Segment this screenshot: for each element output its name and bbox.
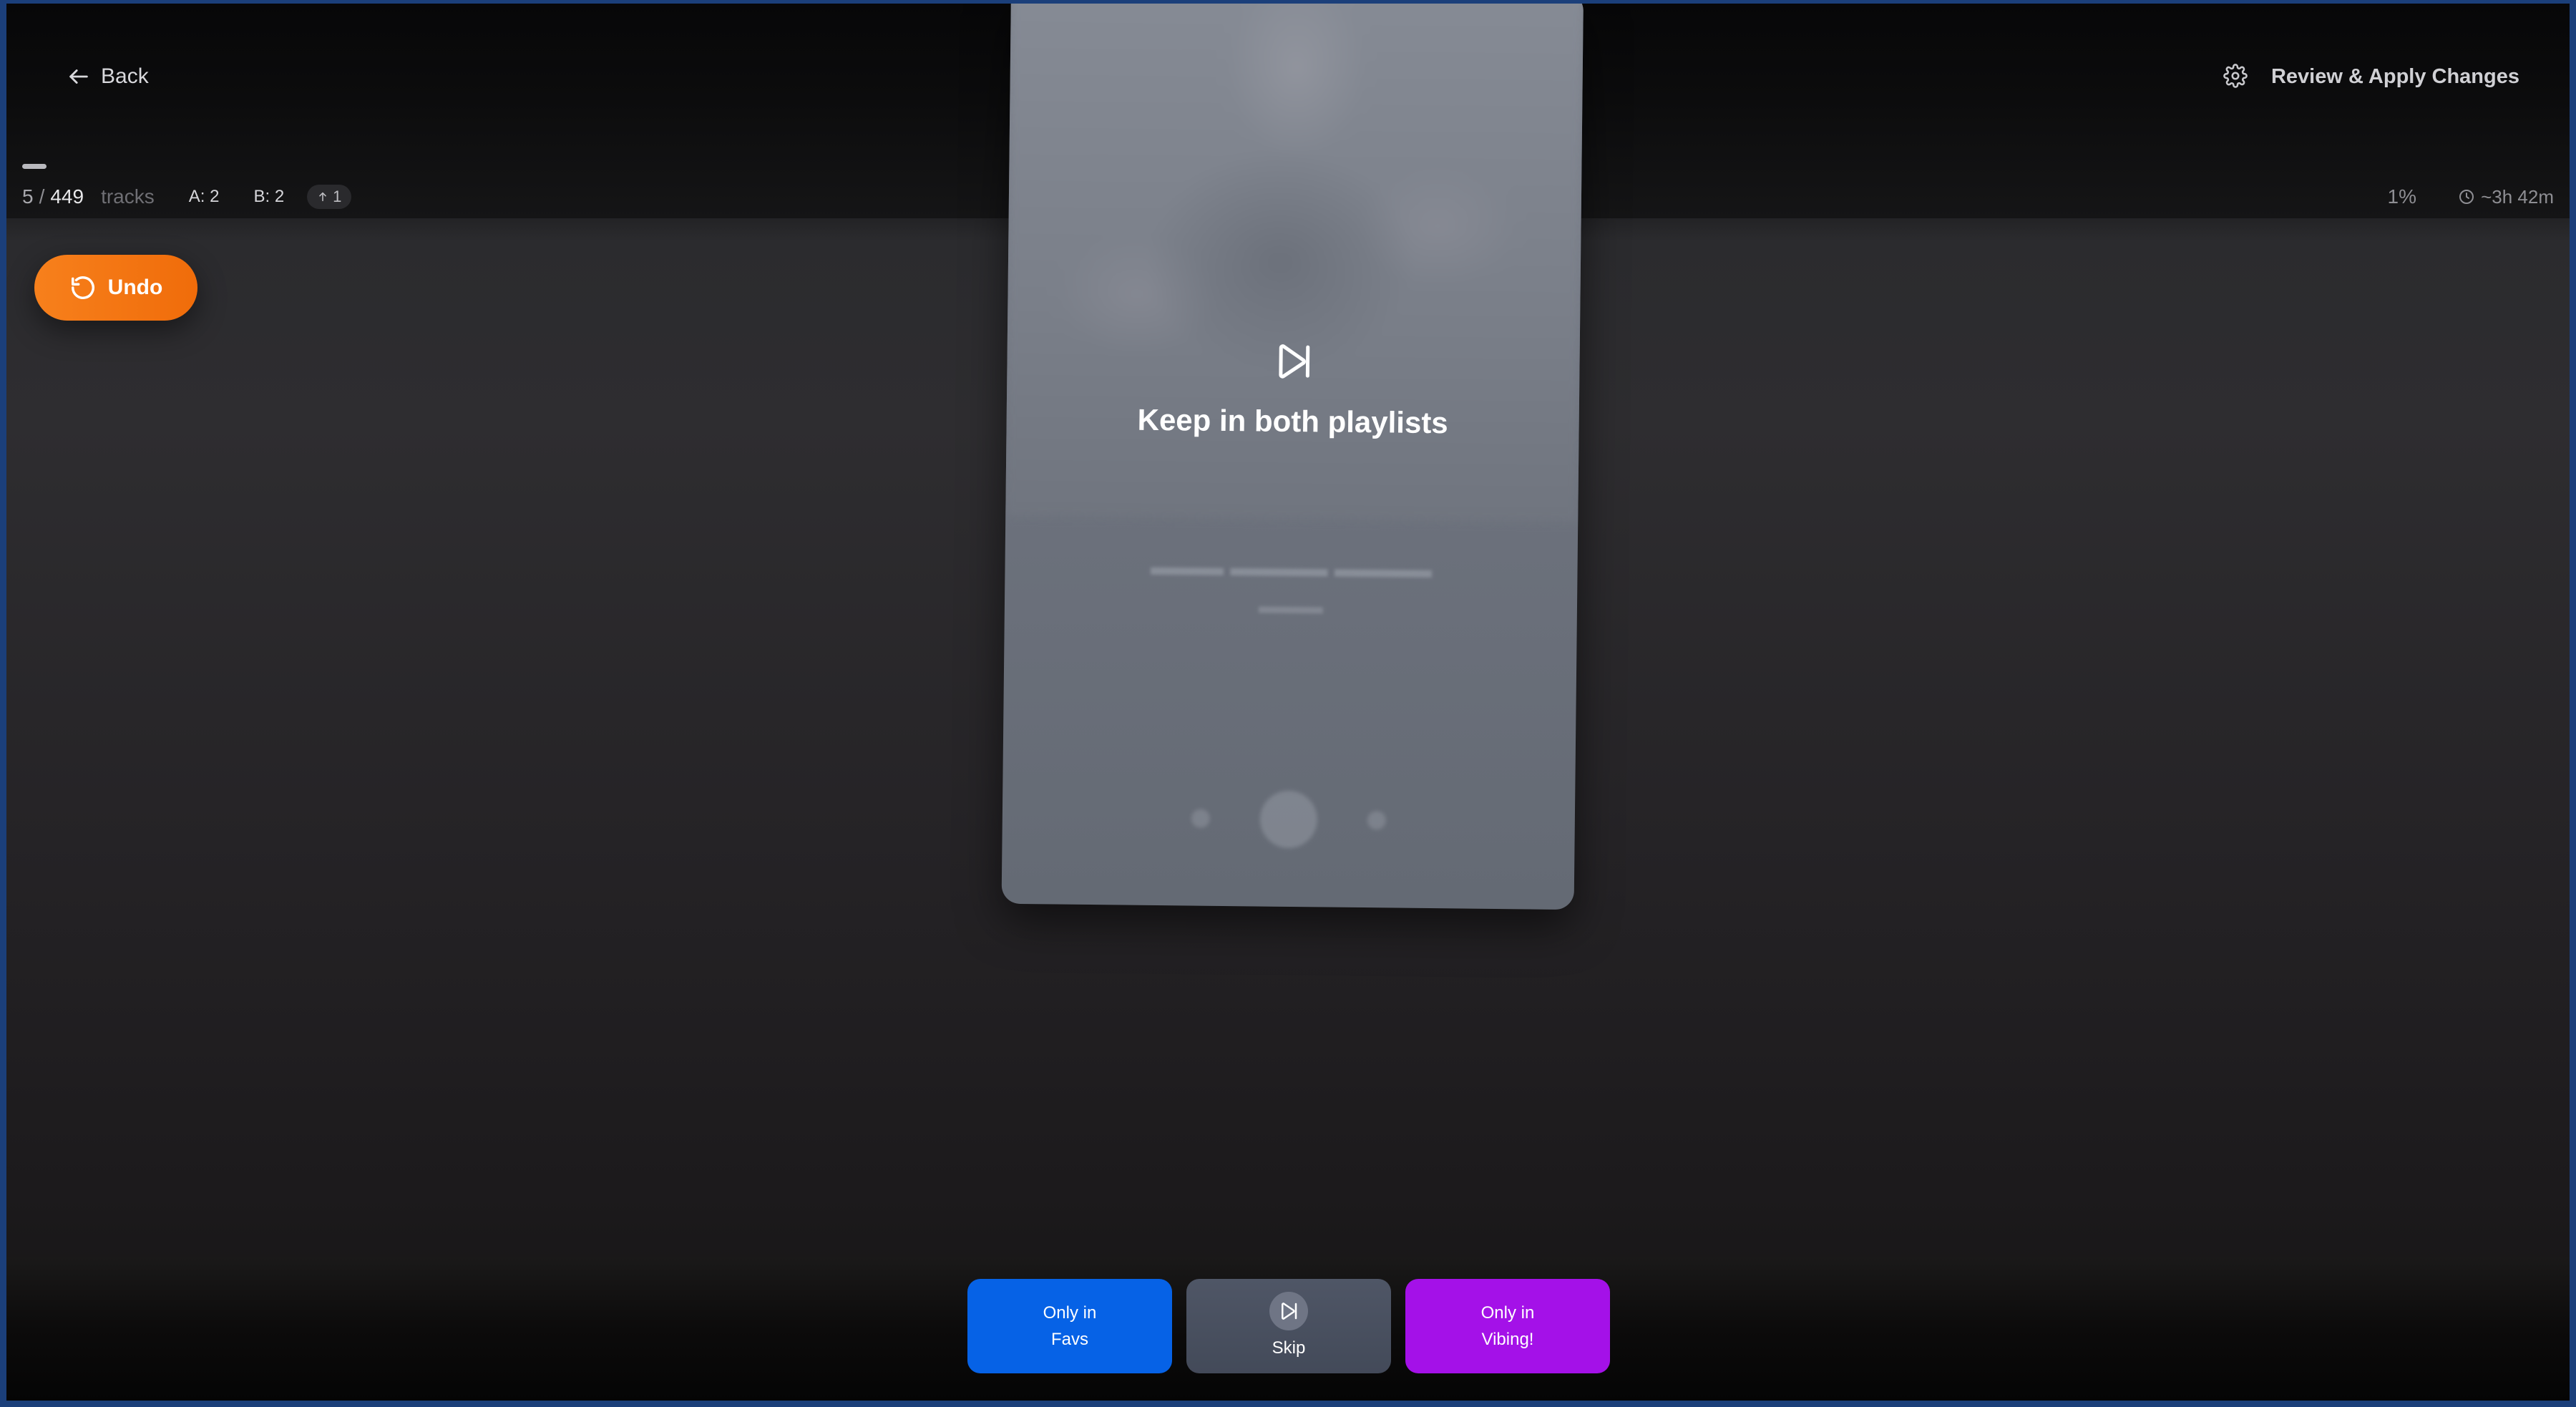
skip-forward-icon (1282, 1302, 1297, 1320)
track-artist-blurred: ▬▬▬ (1258, 594, 1324, 619)
only-in-favs-button[interactable]: Only in Favs (967, 1279, 1172, 1373)
up-count-badge: 1 (307, 185, 352, 209)
skip-label: Skip (1272, 1338, 1306, 1358)
favs-line-2: Favs (1050, 1330, 1088, 1349)
gear-icon[interactable] (2223, 64, 2248, 88)
vibing-line-2: Vibing! (1481, 1330, 1534, 1349)
arrow-left-icon (69, 69, 88, 84)
album-art (1005, 4, 1584, 522)
undo-label: Undo (107, 276, 163, 299)
track-title-blurred: ▬▬▬ ▬▬▬▬ ▬▬▬▬ (1150, 552, 1433, 584)
play-icon (1259, 790, 1318, 849)
track-card[interactable]: Keep in both playlists ▬▬▬ ▬▬▬▬ ▬▬▬▬ ▬▬▬ (1001, 4, 1584, 910)
back-button[interactable]: Back (67, 59, 149, 94)
progress-bar (22, 164, 47, 169)
eta-label: ~3h 42m (2481, 185, 2554, 208)
player-controls-blurred (1002, 788, 1575, 851)
app-window: Back Review & Apply Changes 5 / 449 trac… (6, 4, 2570, 1401)
skip-forward-icon (1279, 344, 1310, 379)
track-stats: 5 / 449 tracks A: 2 B: 2 1 (22, 182, 352, 211)
undo-icon (71, 276, 94, 299)
favs-line-1: Only in (1043, 1303, 1097, 1323)
undo-button[interactable]: Undo (34, 255, 197, 321)
swipe-action-label: Keep in both playlists (1137, 402, 1448, 440)
review-apply-button[interactable]: Review & Apply Changes (2271, 59, 2519, 94)
arrow-up-icon (319, 192, 326, 202)
count-b: B: 2 (253, 187, 285, 206)
back-label: Back (101, 64, 149, 88)
vibing-line-1: Only in (1480, 1303, 1535, 1323)
index-separator: / (39, 185, 45, 208)
time-remaining: ~3h 42m (2458, 182, 2554, 211)
only-in-vibing-button[interactable]: Only in Vibing! (1405, 1279, 1610, 1373)
total-tracks: 449 (50, 185, 84, 208)
progress-bar-fill (22, 164, 47, 169)
previous-icon (1191, 809, 1210, 828)
tracks-unit: tracks (101, 185, 155, 208)
count-a: A: 2 (188, 187, 220, 206)
current-index: 5 (22, 185, 34, 208)
next-icon (1367, 811, 1386, 830)
up-count: 1 (333, 188, 342, 205)
progress-percent: 1% (2387, 185, 2416, 208)
skip-button[interactable]: Skip (1186, 1279, 1391, 1373)
skip-icon-circle (1269, 1291, 1308, 1330)
clock-icon (2459, 190, 2474, 204)
